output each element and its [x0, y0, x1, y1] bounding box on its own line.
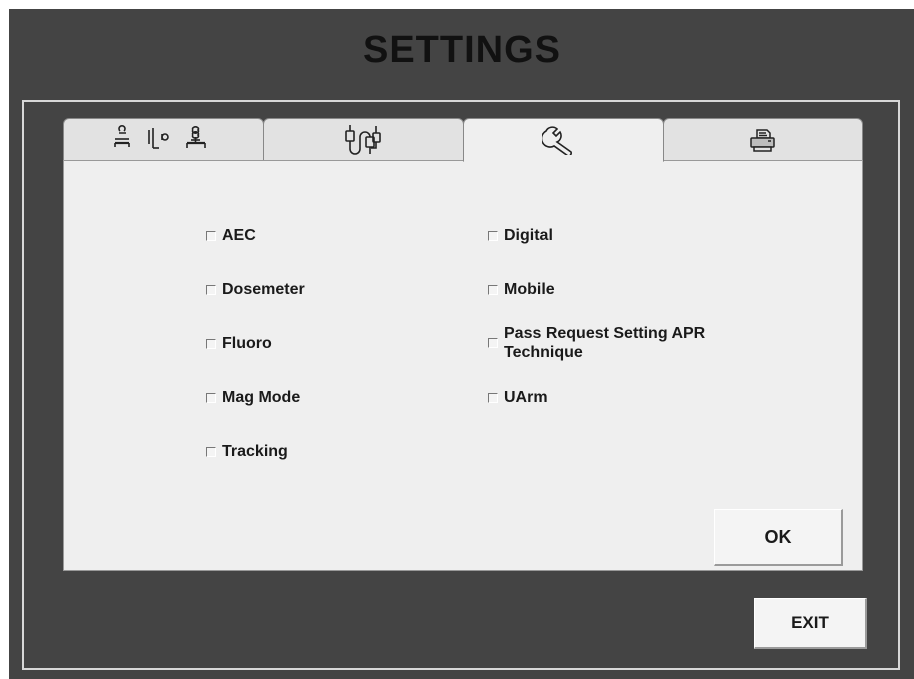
exit-button[interactable]: EXIT [754, 598, 867, 649]
ok-button[interactable]: OK [714, 509, 843, 566]
option-aec[interactable]: AEC [206, 226, 256, 245]
pass-request-checkbox[interactable] [488, 338, 498, 348]
mag-mode-checkbox[interactable] [206, 392, 216, 403]
option-fluoro[interactable]: Fluoro [206, 334, 272, 353]
tab-system-configuration[interactable] [63, 118, 264, 161]
option-label: Dosemeter [222, 281, 305, 298]
option-tracking[interactable]: Tracking [206, 442, 288, 461]
option-label: UArm [504, 389, 548, 406]
window-title: SETTINGS [362, 28, 562, 71]
option-label: Mobile [504, 281, 555, 298]
option-label: Fluoro [222, 335, 272, 352]
option-label: Tracking [222, 443, 288, 460]
wrench-icon [541, 125, 586, 155]
aec-checkbox[interactable] [206, 230, 216, 241]
option-label: Pass Request Setting APR Technique [504, 325, 706, 361]
tab-printer[interactable] [663, 118, 863, 161]
fluoro-checkbox[interactable] [206, 338, 216, 349]
mobile-checkbox[interactable] [488, 284, 498, 295]
settings-window: SETTINGS AEC Dosemeter Fluoro Mag Mode T… [0, 0, 914, 679]
cable-connectors-icon [342, 123, 386, 157]
title-bar: SETTINGS [9, 9, 914, 91]
tube-table-icon [109, 124, 219, 156]
option-mobile[interactable]: Mobile [488, 280, 555, 299]
option-mag-mode[interactable]: Mag Mode [206, 388, 300, 407]
digital-checkbox[interactable] [488, 230, 498, 241]
tab-options[interactable] [463, 118, 664, 162]
uarm-checkbox[interactable] [488, 392, 498, 403]
option-uarm[interactable]: UArm [488, 388, 548, 407]
option-label: AEC [222, 227, 256, 244]
printer-icon [748, 127, 778, 153]
option-dosemeter[interactable]: Dosemeter [206, 280, 305, 299]
option-label: Digital [504, 227, 553, 244]
tab-connections[interactable] [263, 118, 464, 161]
tracking-checkbox[interactable] [206, 446, 216, 457]
dosemeter-checkbox[interactable] [206, 284, 216, 295]
option-digital[interactable]: Digital [488, 226, 553, 245]
option-pass-request-setting-apr-technique[interactable]: Pass Request Setting APR Technique [488, 324, 774, 362]
option-label: Mag Mode [222, 389, 301, 406]
